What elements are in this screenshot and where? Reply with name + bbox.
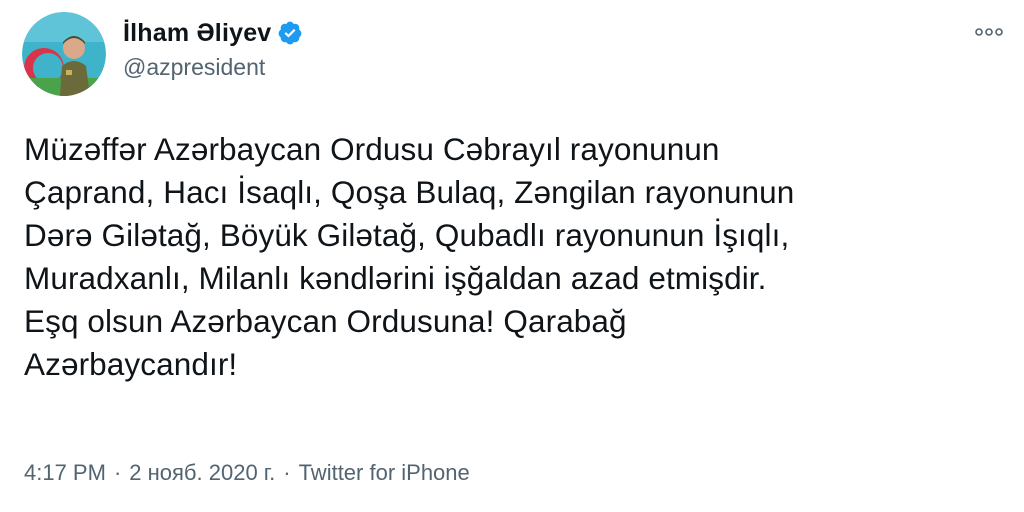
tweet-source[interactable]: Twitter for iPhone — [299, 460, 470, 486]
author-handle[interactable]: @azpresident — [123, 54, 303, 81]
author-display-name[interactable]: İlham Əliyev — [123, 19, 271, 48]
verified-badge-icon — [277, 20, 303, 46]
meta-separator: · — [283, 460, 291, 485]
avatar-image — [22, 12, 106, 96]
meta-separator: · — [113, 460, 122, 485]
tweet-card: İlham Əliyev @azpresident Müzəffər Azərb… — [0, 0, 1024, 512]
tweet-time[interactable]: 4:17 PM — [24, 460, 106, 486]
tweet-date[interactable]: 2 нояб. 2020 г. — [129, 460, 275, 486]
tweet-meta: 4:17 PM · 2 нояб. 2020 г. · Twitter for … — [24, 460, 470, 486]
author-header: İlham Əliyev @azpresident — [123, 16, 303, 81]
more-dots-icon[interactable] — [974, 20, 1004, 44]
author-name-row: İlham Əliyev — [123, 16, 303, 50]
tweet-text: Müzəffər Azərbaycan Ordusu Cəbrayıl rayo… — [24, 131, 795, 382]
author-avatar[interactable] — [22, 12, 106, 96]
